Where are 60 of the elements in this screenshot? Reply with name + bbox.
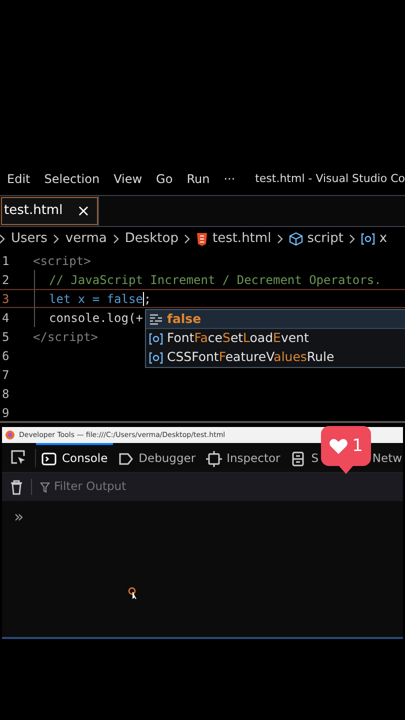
chevron-icon bbox=[52, 234, 60, 244]
inspector-icon bbox=[206, 450, 222, 466]
mouse-pointer-icon bbox=[128, 587, 138, 599]
variable-icon bbox=[149, 352, 163, 364]
element-picker-icon[interactable] bbox=[10, 449, 27, 466]
storage-icon bbox=[290, 450, 306, 466]
line-number: 8 bbox=[1, 386, 10, 402]
menu-item[interactable]: View bbox=[106, 170, 150, 188]
line-number: 2 bbox=[1, 272, 10, 288]
suggestion-item[interactable]: FontFaceSetLoadEvent bbox=[146, 329, 405, 348]
breadcrumb-item[interactable]: Users bbox=[11, 229, 48, 249]
devtools-tab[interactable]: S bbox=[285, 443, 319, 472]
suggestion-item[interactable]: CSSFontFeatureValuesRule bbox=[146, 348, 405, 367]
line-number: 4 bbox=[1, 310, 10, 326]
menu-item[interactable]: Go bbox=[149, 170, 180, 188]
trash-icon[interactable] bbox=[10, 480, 23, 494]
chevron-icon bbox=[183, 234, 192, 244]
menu-item[interactable]: Selection bbox=[37, 170, 107, 188]
console-prompt: » bbox=[14, 507, 24, 526]
breadcrumb-item[interactable]: verma bbox=[65, 229, 107, 249]
keyword-icon bbox=[149, 313, 163, 325]
close-icon[interactable]: × bbox=[76, 199, 90, 223]
devtools-tab[interactable]: Debugger bbox=[112, 443, 201, 472]
devtools-tab[interactable]: Inspector bbox=[200, 443, 286, 472]
cube-icon bbox=[289, 232, 304, 246]
code-line: let x = false; bbox=[49, 290, 152, 308]
code-line: // JavaScript Increment / Decrement Operators. bbox=[49, 272, 382, 288]
browser-logo-icon bbox=[5, 430, 15, 440]
variable-icon bbox=[149, 332, 163, 344]
breadcrumb-item[interactable]: Desktop bbox=[124, 229, 178, 249]
chevron-icon bbox=[276, 234, 284, 244]
console-icon bbox=[41, 450, 57, 466]
line-number: 1 bbox=[1, 252, 10, 270]
menu-item[interactable]: Edit bbox=[0, 170, 38, 188]
suggestion-item[interactable]: false bbox=[146, 310, 405, 329]
menu-item[interactable]: ··· bbox=[216, 170, 242, 188]
chevron-icon bbox=[112, 234, 120, 244]
chevron-icon bbox=[0, 234, 6, 244]
line-number: 7 bbox=[1, 366, 10, 384]
window-title: test.html - Visual Studio Co bbox=[255, 170, 405, 187]
devtools-tab[interactable]: Netw bbox=[372, 443, 403, 472]
like-count: 1 bbox=[352, 438, 363, 454]
variable-icon bbox=[361, 233, 376, 245]
debugger-icon bbox=[118, 450, 134, 466]
code-line: <script> bbox=[33, 252, 91, 270]
heart-icon bbox=[329, 438, 348, 454]
line-number: 6 bbox=[1, 348, 10, 364]
line-number: 5 bbox=[1, 328, 10, 346]
menu-item[interactable]: Run bbox=[180, 170, 217, 188]
line-number: 3 bbox=[1, 290, 10, 308]
editor-tab[interactable]: test.html × bbox=[0, 196, 100, 226]
chevron-icon bbox=[348, 234, 356, 244]
code-line: console.log(+ bbox=[49, 310, 143, 326]
code-line: </script> bbox=[33, 328, 98, 346]
breadcrumb-item[interactable]: script bbox=[289, 229, 344, 249]
breadcrumb-item[interactable]: test.html bbox=[196, 229, 272, 249]
line-number: 9 bbox=[1, 404, 10, 422]
filter-icon bbox=[40, 482, 50, 492]
html-file-icon bbox=[196, 232, 208, 246]
breadcrumb-item[interactable]: x bbox=[361, 229, 388, 249]
